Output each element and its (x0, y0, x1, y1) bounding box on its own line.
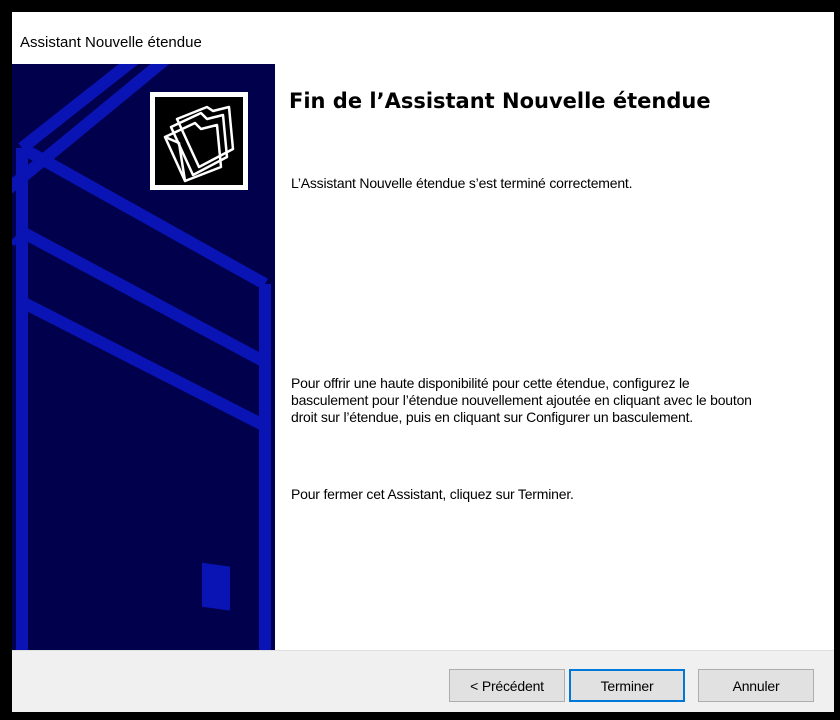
window-title: Assistant Nouvelle étendue (20, 34, 202, 51)
wizard-content: Fin de l’Assistant Nouvelle étendue L’As… (275, 64, 834, 650)
wizard-side-panel (12, 64, 275, 650)
wizard-window: Assistant Nouvelle étendue Fin de l’Assi… (12, 12, 834, 712)
completion-message: L’Assistant Nouvelle étendue s’est termi… (291, 175, 633, 191)
previous-button[interactable]: < Précédent (449, 669, 565, 702)
wizard-footer: < Précédent Terminer Annuler (12, 650, 834, 712)
cancel-button[interactable]: Annuler (698, 669, 814, 702)
folders-icon (150, 92, 248, 190)
close-message: Pour fermer cet Assistant, cliquez sur T… (291, 486, 574, 502)
failover-message: Pour offrir une haute disponibilité pour… (291, 375, 752, 425)
finish-button[interactable]: Terminer (569, 669, 685, 702)
title-bar[interactable]: Assistant Nouvelle étendue (12, 12, 834, 64)
wizard-heading: Fin de l’Assistant Nouvelle étendue (289, 89, 711, 113)
